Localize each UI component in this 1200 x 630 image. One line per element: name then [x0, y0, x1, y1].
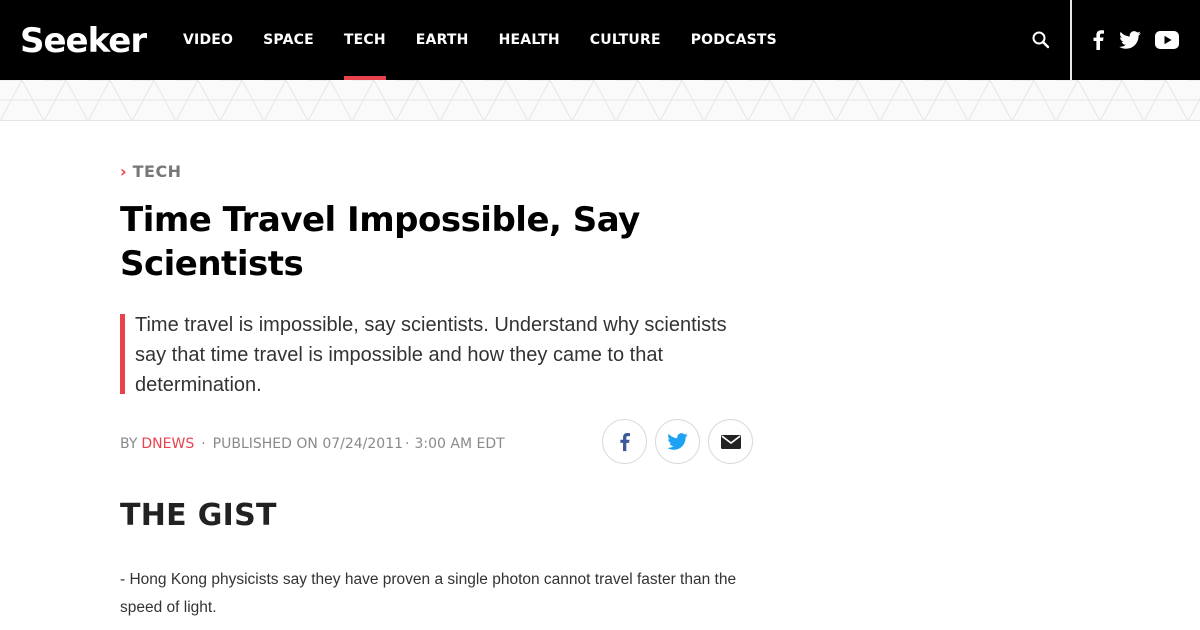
byline-by: BY — [120, 436, 138, 452]
youtube-icon[interactable] — [1154, 28, 1180, 52]
published-time: 3:00 AM EDT — [414, 436, 505, 452]
byline-separator: · — [405, 436, 410, 452]
nav-item-culture[interactable]: CULTURE — [590, 0, 661, 80]
email-icon — [720, 434, 741, 449]
seeker-logo[interactable]: Seeker — [20, 22, 150, 58]
twitter-icon — [667, 433, 688, 450]
share-facebook-button[interactable] — [602, 419, 647, 464]
nav-item-video[interactable]: VIDEO — [183, 0, 233, 80]
nav-item-space[interactable]: SPACE — [263, 0, 314, 80]
article-deck-text: Time travel is impossible, say scientist… — [135, 314, 727, 396]
category-link[interactable]: › TECH — [120, 160, 182, 182]
section-heading: THE GIST — [120, 498, 277, 533]
article-body-paragraph: - Hong Kong physicists say they have pro… — [120, 571, 737, 616]
header-divider — [1070, 0, 1072, 80]
top-navigation-bar: Seeker VIDEO SPACE TECH EARTH HEALTH CUL… — [0, 0, 1200, 80]
nav-item-earth[interactable]: EARTH — [416, 0, 469, 80]
published-date: PUBLISHED ON 07/24/2011 — [212, 436, 404, 452]
nav-item-podcasts[interactable]: PODCASTS — [691, 0, 777, 80]
nav-item-tech[interactable]: TECH — [343, 0, 386, 80]
share-email-button[interactable] — [708, 419, 753, 464]
article-title: Time Travel Impossible, Say Scientists — [120, 200, 640, 284]
nav-item-health[interactable]: HEALTH — [499, 0, 560, 80]
main-nav: VIDEO SPACE TECH EARTH HEALTH CULTURE PO… — [183, 0, 807, 80]
author-link[interactable]: DNEWS — [141, 436, 194, 452]
chevron-right-icon: › — [120, 161, 127, 181]
facebook-icon — [620, 432, 630, 451]
decorative-pattern-band — [0, 80, 1200, 121]
category-label: TECH — [132, 161, 182, 181]
share-twitter-button[interactable] — [655, 419, 700, 464]
twitter-icon[interactable] — [1118, 28, 1142, 52]
facebook-icon[interactable] — [1088, 28, 1108, 52]
search-icon[interactable] — [1031, 30, 1051, 50]
byline-separator: · — [201, 436, 206, 452]
article-deck: Time travel is impossible, say scientist… — [120, 314, 760, 396]
byline: BY DNEWS · PUBLISHED ON 07/24/2011 · 3:0… — [120, 434, 505, 454]
logo-text: Seeker — [20, 22, 147, 58]
